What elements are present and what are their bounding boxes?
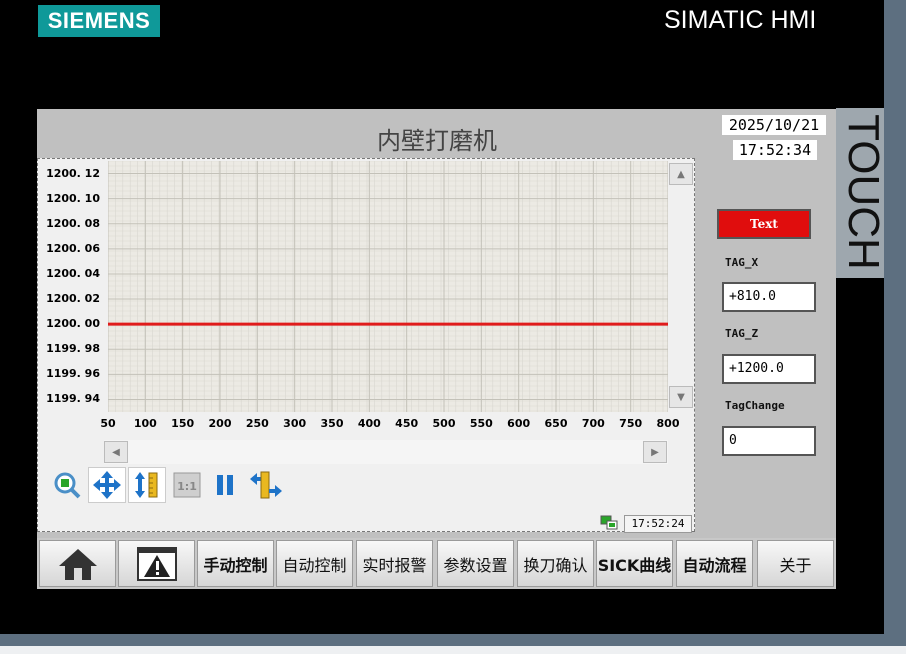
nav-auto-control[interactable]: 自动控制 (276, 540, 353, 587)
x-tick-label: 100 (133, 417, 157, 430)
text-alarm-button[interactable]: Text (717, 209, 811, 239)
y-tick-label: 1200. 06 (46, 241, 100, 255)
x-tick-label: 550 (469, 417, 493, 430)
trend-plot-area[interactable] (107, 160, 669, 412)
simatic-hmi-label: SIMATIC HMI (664, 6, 817, 34)
scroll-left-button[interactable]: ◀ (104, 441, 128, 463)
tag-x-label: TAG_X (725, 256, 759, 269)
hmi-screen: 内壁打磨机 2025/10/21 17:52:34 1200. 12 1200. … (37, 109, 836, 589)
x-tick-label: 300 (283, 417, 307, 430)
zoom-icon[interactable] (50, 467, 84, 503)
y-tick-label: 1200. 10 (46, 191, 100, 205)
touch-label-strip: TOUCH (836, 108, 888, 278)
x-tick-label: 250 (245, 417, 269, 430)
trend-view[interactable]: 1200. 12 1200. 10 1200. 08 1200. 06 1200. 04… (37, 158, 695, 533)
trend-status-time: 17:52:24 (624, 515, 692, 533)
y-tick-label: 1199. 94 (46, 392, 100, 406)
network-status-icon (600, 515, 618, 531)
y-tick-label: 1200. 02 (46, 292, 100, 306)
date-display: 2025/10/21 (722, 115, 826, 135)
y-tick-label: 1200. 04 (46, 266, 100, 280)
tag-z-label: TAG_Z (725, 327, 759, 340)
scroll-up-button[interactable]: ▲ (669, 163, 693, 185)
page-title: 内壁打磨机 (377, 127, 497, 155)
x-tick-label: 400 (357, 417, 381, 430)
reset-zoom-icon[interactable]: 1:1 (170, 467, 204, 503)
scroll-right-button[interactable]: ▶ (643, 441, 667, 463)
ruler-icon[interactable] (128, 467, 166, 503)
x-tick-label: 350 (320, 417, 344, 430)
bottom-nav: 手动控制 自动控制 实时报警 参数设置 换刀确认 SICK曲线 自动流程 关于 (37, 538, 836, 589)
tagchange-field[interactable]: 0 (722, 426, 816, 456)
pan-icon[interactable] (88, 467, 126, 503)
nav-auto-process[interactable]: 自动流程 (676, 540, 753, 587)
x-tick-label: 500 (432, 417, 456, 430)
x-tick-label: 600 (507, 417, 531, 430)
scroll-down-button[interactable]: ▼ (669, 386, 693, 408)
x-tick-label: 700 (581, 417, 605, 430)
nav-realtime-alarm[interactable]: 实时报警 (356, 540, 433, 587)
x-tick-label: 150 (171, 417, 195, 430)
nav-tool-change-confirm[interactable]: 换刀确认 (517, 540, 594, 587)
frame-right-edge (884, 0, 906, 654)
trend-chart (107, 160, 669, 412)
touch-label: TOUCH (839, 114, 888, 270)
y-tick-label: 1199. 98 (46, 342, 100, 356)
y-tick-label: 1200. 08 (46, 216, 100, 230)
svg-text:1:1: 1:1 (177, 480, 197, 493)
tag-x-field[interactable]: +810.0 (722, 282, 816, 312)
frame-bottom-light (0, 646, 906, 654)
x-tick-label: 450 (395, 417, 419, 430)
nav-sick-curve[interactable]: SICK曲线 (596, 540, 673, 587)
y-tick-label: 1200. 00 (46, 317, 100, 331)
x-tick-label: 50 (100, 417, 116, 430)
x-tick-label: 800 (656, 417, 680, 430)
x-tick-label: 750 (619, 417, 643, 430)
horizontal-scrollbar[interactable] (104, 440, 668, 464)
home-button[interactable] (39, 540, 116, 587)
tagchange-label: TagChange (725, 399, 785, 412)
ruler-select-icon[interactable] (246, 467, 286, 503)
alarm-button[interactable] (118, 540, 195, 587)
home-icon (58, 548, 97, 580)
y-tick-label: 1199. 96 (46, 367, 100, 381)
tag-z-field[interactable]: +1200.0 (722, 354, 816, 384)
x-tick-label: 650 (544, 417, 568, 430)
time-display: 17:52:34 (733, 140, 817, 160)
nav-parameter-settings[interactable]: 参数设置 (437, 540, 514, 587)
nav-manual-control[interactable]: 手动控制 (197, 540, 274, 587)
siemens-logo: SIEMENS (38, 5, 160, 37)
x-tick-label: 200 (208, 417, 232, 430)
y-tick-label: 1200. 12 (46, 166, 100, 180)
nav-about[interactable]: 关于 (757, 540, 834, 587)
pause-icon[interactable] (210, 467, 240, 503)
alarm-icon (136, 546, 177, 581)
